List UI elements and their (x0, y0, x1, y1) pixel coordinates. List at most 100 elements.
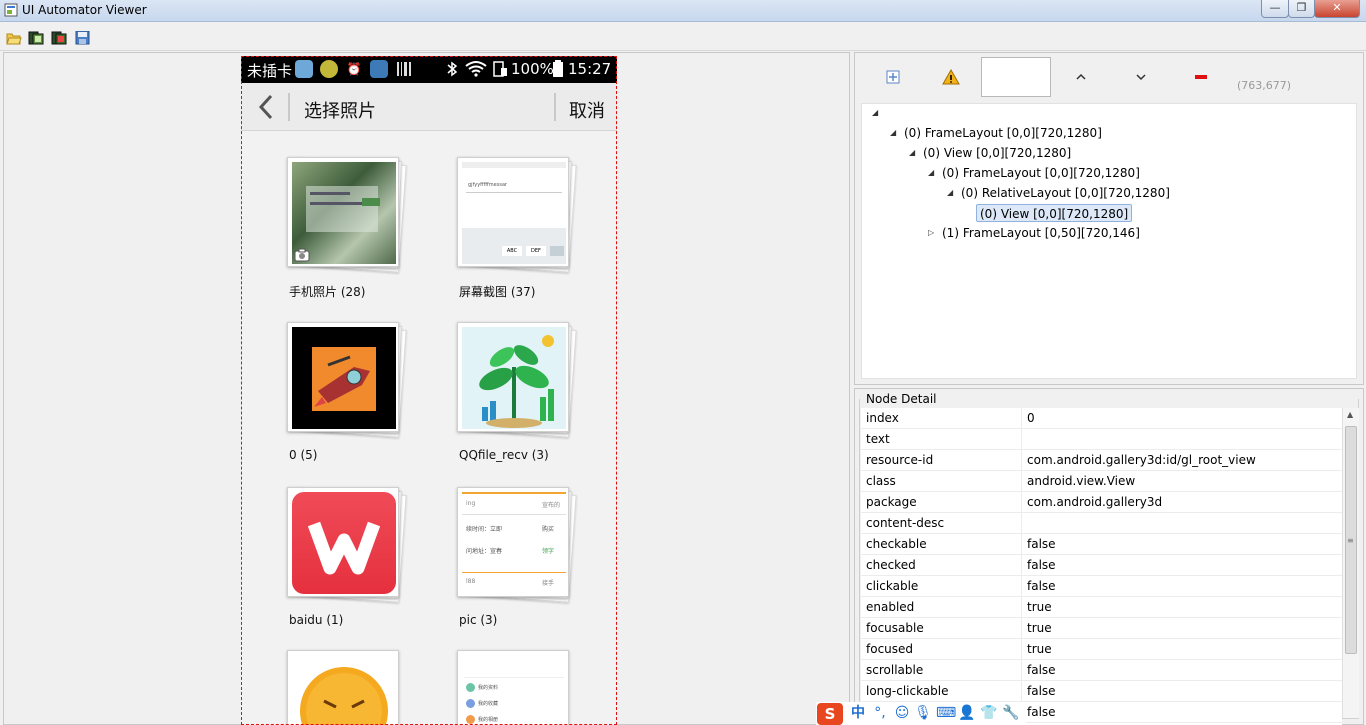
node-detail-scrollbar[interactable]: ▲ ≡ (1342, 408, 1359, 718)
battery-icon (553, 60, 563, 77)
tree-toggle-expanded[interactable]: ◢ (947, 184, 957, 202)
property-name: content-desc (866, 516, 945, 530)
album-thumbnail (287, 650, 399, 725)
ime-punctuation-toggle[interactable]: °, (871, 704, 889, 722)
wrench-settings-icon[interactable]: 🔧 (1002, 704, 1020, 722)
property-value: true (1027, 600, 1052, 614)
device-screenshot-icon[interactable] (28, 31, 44, 45)
app-status-icon (295, 60, 313, 78)
property-value: com.android.gallery3d:id/gl_root_view (1027, 453, 1256, 467)
album-label: 手机照片 (28) (289, 285, 366, 299)
tree-node[interactable]: (0) RelativeLayout [0,0][720,1280] (961, 184, 1170, 202)
node-detail-row[interactable]: index 0 (861, 408, 1342, 429)
wifi-icon (465, 61, 487, 77)
property-value: android.view.View (1027, 474, 1136, 488)
property-name: focused (866, 642, 914, 656)
emoji-icon[interactable]: ☺ (893, 704, 911, 722)
node-detail-row[interactable]: content-desc (861, 513, 1342, 534)
property-name: checked (866, 558, 916, 572)
album-thumbnail (457, 322, 569, 432)
tree-toggle-expanded[interactable]: ◢ (909, 144, 919, 162)
tree-node[interactable]: (0) FrameLayout [0,0][720,1280] (942, 164, 1140, 182)
app-status-icon (370, 60, 388, 78)
plant-growth-image (462, 327, 566, 429)
node-detail-row[interactable]: long-clickable false (861, 681, 1342, 702)
expand-all-icon[interactable] (883, 67, 903, 87)
tree-node[interactable]: (0) View [0,0][720,1280] (976, 204, 1133, 222)
ime-mode-toggle[interactable]: 中 (849, 704, 867, 722)
cursor-coordinates: (763,677) (1237, 79, 1292, 92)
node-detail-row[interactable]: focusable true (861, 618, 1342, 639)
node-detail-row[interactable]: text (861, 429, 1342, 450)
property-value: false (1027, 684, 1056, 698)
search-input[interactable] (981, 57, 1051, 97)
rocket-image (314, 355, 370, 407)
bluetooth-icon (447, 61, 458, 77)
user-icon[interactable]: 👤 (958, 704, 976, 722)
node-detail-row[interactable]: checkable false (861, 534, 1342, 555)
tree-toggle-expanded[interactable]: ◢ (928, 164, 938, 182)
album-thumbnail (287, 157, 399, 267)
album-label: 屏幕截图 (37) (459, 285, 536, 299)
album-thumbnail (287, 322, 399, 432)
property-value: 0 (1027, 411, 1035, 425)
node-detail-row[interactable]: scrollable false (861, 660, 1342, 681)
page-title: 选择照片 (304, 101, 376, 122)
node-detail-row[interactable]: clickable false (861, 576, 1342, 597)
node-detail-row[interactable]: enabled true (861, 597, 1342, 618)
property-name: index (866, 411, 899, 425)
battery-percent: 100% (511, 60, 554, 78)
hierarchy-panel: (763,677) ◢ ◢ (0) FrameLayout [0,0][720,1… (854, 52, 1364, 385)
property-name: class (866, 474, 896, 488)
node-detail-title: Node Detail (865, 392, 938, 406)
close-button[interactable]: ✕ (1314, 0, 1360, 18)
device-screenshot-compressed-icon[interactable] (51, 31, 67, 45)
next-result-icon[interactable] (1131, 67, 1151, 87)
device-screen[interactable]: 未插卡 ⏰ 100% 15:27 选择照片 取消 手机照片 (28) gjfyy… (241, 56, 617, 725)
main-toolbar (0, 23, 1366, 51)
keyboard-icon[interactable]: ⌨ (936, 704, 956, 722)
carrier-label: 未插卡 (247, 62, 293, 80)
alarm-status-icon: ⏰ (345, 60, 363, 78)
property-name: scrollable (866, 663, 924, 677)
tree-toggle-expanded[interactable]: ◢ (872, 104, 882, 122)
tree-toggle-collapsed[interactable]: ▷ (928, 224, 938, 242)
back-arrow-icon[interactable] (255, 92, 277, 122)
clear-search-icon[interactable] (1191, 67, 1211, 87)
wps-logo-image (292, 492, 396, 594)
property-value: false (1027, 579, 1056, 593)
microphone-icon[interactable]: 🎙 (914, 704, 932, 722)
album-thumbnail: 我的资料 我的收藏 我的相册 (457, 650, 569, 725)
tree-node[interactable]: (0) FrameLayout [0,0][720,1280] (904, 124, 1102, 142)
app-icon (4, 3, 18, 17)
node-detail-row[interactable]: resource-id com.android.gallery3d:id/gl_r… (861, 450, 1342, 471)
scrollbar-grip-icon: ≡ (1347, 536, 1354, 545)
node-detail-row[interactable]: class android.view.View (861, 471, 1342, 492)
property-value: true (1027, 621, 1052, 635)
previous-result-icon[interactable] (1071, 67, 1091, 87)
sogou-logo-icon[interactable]: S (817, 703, 843, 725)
hierarchy-tree[interactable]: ◢ ◢ (0) FrameLayout [0,0][720,1280] ◢ (0) V… (861, 103, 1357, 379)
action-bar-divider (554, 93, 556, 121)
property-name: checkable (866, 537, 927, 551)
cancel-button[interactable]: 取消 (569, 97, 605, 123)
minimize-button[interactable]: — (1261, 0, 1289, 18)
node-detail-table[interactable]: index 0 text resource-id com.android.gallery… (861, 408, 1342, 725)
orange-image (300, 667, 388, 725)
open-folder-icon[interactable] (6, 31, 22, 45)
save-icon[interactable] (75, 31, 91, 45)
warning-icon[interactable] (941, 67, 961, 87)
camera-icon (294, 248, 310, 262)
skin-shirt-icon[interactable]: 👕 (980, 704, 998, 722)
tree-node[interactable]: (1) FrameLayout [0,50][720,146] (942, 224, 1140, 242)
node-detail-row[interactable]: checked false (861, 555, 1342, 576)
node-detail-row[interactable]: package com.android.gallery3d (861, 492, 1342, 513)
maximize-button[interactable]: ❐ (1288, 0, 1315, 18)
tree-toggle-expanded[interactable]: ◢ (890, 124, 900, 142)
property-value: false (1027, 663, 1056, 677)
album-thumbnail: gjfyyfffffmessar ABC DEF (457, 157, 569, 267)
scroll-up-icon[interactable]: ▲ (1347, 410, 1353, 419)
tree-node[interactable]: (0) View [0,0][720,1280] (923, 144, 1071, 162)
node-detail-row[interactable]: focused true (861, 639, 1342, 660)
property-value: false (1027, 558, 1056, 572)
